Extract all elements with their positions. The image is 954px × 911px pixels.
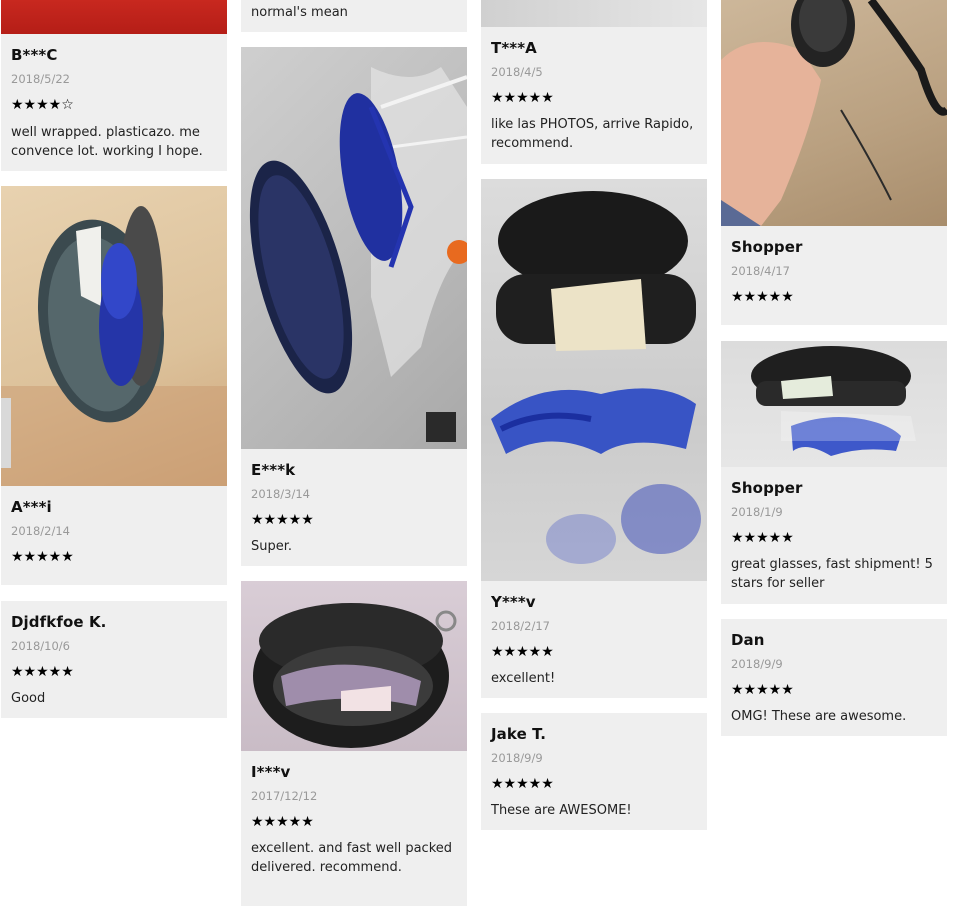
hand-holding-sunglasses-photo bbox=[721, 0, 947, 226]
review-date: 2018/1/9 bbox=[731, 505, 783, 519]
review-card: normal's mean bbox=[241, 0, 467, 32]
star-rating: ★★★★★ bbox=[251, 814, 314, 830]
review-text: Super. bbox=[251, 539, 293, 554]
star-rating: ★★★★★ bbox=[491, 90, 554, 106]
star-rating: ★★★★☆ bbox=[11, 97, 74, 113]
review-card: T***A 2018/4/5 ★★★★★ like las PHOTOS, ar… bbox=[481, 0, 707, 164]
review-photo[interactable] bbox=[481, 0, 707, 27]
review-date: 2018/9/9 bbox=[731, 657, 783, 671]
review-date: 2017/12/12 bbox=[251, 789, 318, 803]
reviewer-name: A***i bbox=[11, 498, 52, 516]
review-photo[interactable] bbox=[241, 581, 467, 751]
reviewer-name: B***C bbox=[11, 46, 58, 64]
review-photo[interactable] bbox=[721, 341, 947, 467]
reviewer-name: Jake T. bbox=[491, 725, 547, 743]
review-text: normal's mean bbox=[251, 5, 348, 20]
sunglasses-case-photo bbox=[1, 206, 227, 486]
star-rating: ★★★★★ bbox=[491, 776, 554, 792]
review-photo[interactable] bbox=[1, 186, 227, 486]
review-date: 2018/2/17 bbox=[491, 619, 550, 633]
review-photo[interactable] bbox=[481, 179, 707, 581]
reviewer-name: Djdfkfoe K. bbox=[11, 613, 107, 631]
review-text: excellent! bbox=[491, 671, 556, 686]
review-photo[interactable] bbox=[241, 47, 467, 449]
review-date: 2018/10/6 bbox=[11, 639, 70, 653]
review-photo[interactable] bbox=[721, 0, 947, 226]
review-text: like las PHOTOS, arrive Rapido, recommen… bbox=[491, 117, 694, 151]
review-card: Jake T. 2018/9/9 ★★★★★ These are AWESOME… bbox=[481, 713, 707, 830]
review-card: A***i 2018/2/14 ★★★★★ bbox=[1, 186, 227, 585]
sunglasses-case-photo bbox=[253, 603, 457, 748]
sunglasses-case-photo bbox=[751, 346, 916, 456]
review-card: E***k 2018/3/14 ★★★★★ Super. bbox=[241, 47, 467, 566]
star-rating: ★★★★★ bbox=[11, 549, 74, 565]
review-text: excellent. and fast well packed delivere… bbox=[251, 841, 453, 875]
review-card: B***C 2018/5/22 ★★★★☆ well wrapped. plas… bbox=[1, 0, 227, 171]
review-date: 2018/3/14 bbox=[251, 487, 310, 501]
reviewer-name: Shopper bbox=[731, 238, 803, 256]
reviewer-name: T***A bbox=[491, 39, 537, 57]
star-rating: ★★★★★ bbox=[731, 682, 794, 698]
review-date: 2018/9/9 bbox=[491, 751, 543, 765]
star-rating: ★★★★★ bbox=[491, 644, 554, 660]
star-rating: ★★★★★ bbox=[251, 512, 314, 528]
sunglasses-case-photo bbox=[491, 191, 701, 564]
review-date: 2018/4/17 bbox=[731, 264, 790, 278]
review-card: Shopper 2018/4/17 ★★★★★ bbox=[721, 0, 947, 325]
review-text: well wrapped. plasticazo. me convence lo… bbox=[11, 125, 203, 159]
review-text: OMG! These are awesome. bbox=[731, 709, 907, 724]
review-date: 2018/4/5 bbox=[491, 65, 543, 79]
review-date: 2018/2/14 bbox=[11, 524, 70, 538]
review-text: Good bbox=[11, 691, 46, 706]
review-text: These are AWESOME! bbox=[491, 803, 632, 818]
review-text: great glasses, fast shipment! 5 stars fo… bbox=[731, 557, 933, 591]
review-card: Y***v 2018/2/17 ★★★★★ excellent! bbox=[481, 179, 707, 698]
reviewer-name: E***k bbox=[251, 461, 296, 479]
reviewer-name: I***v bbox=[251, 763, 291, 781]
review-card: I***v 2017/12/12 ★★★★★ excellent. and fa… bbox=[241, 581, 467, 906]
star-rating: ★★★★★ bbox=[731, 289, 794, 305]
review-photo[interactable] bbox=[1, 0, 227, 34]
star-rating: ★★★★★ bbox=[11, 664, 74, 680]
review-date: 2018/5/22 bbox=[11, 72, 70, 86]
reviewer-name: Dan bbox=[731, 631, 765, 649]
star-rating: ★★★★★ bbox=[731, 530, 794, 546]
review-card: Shopper 2018/1/9 ★★★★★ great glasses, fa… bbox=[721, 341, 947, 604]
sunglasses-photo bbox=[249, 67, 467, 442]
review-card: Dan 2018/9/9 ★★★★★ OMG! These are awesom… bbox=[721, 619, 947, 736]
reviewer-name: Y***v bbox=[491, 593, 536, 611]
reviewer-name: Shopper bbox=[731, 479, 803, 497]
review-card: Djdfkfoe K. 2018/10/6 ★★★★★ Good bbox=[1, 601, 227, 718]
